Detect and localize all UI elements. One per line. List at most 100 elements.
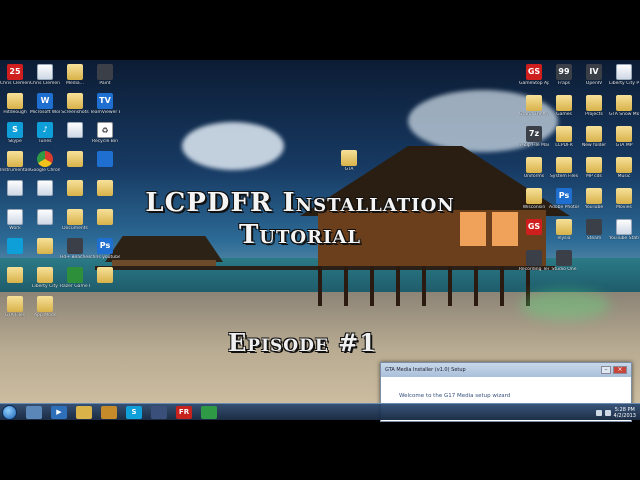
desktop-shortcut[interactable]: Chris Clement... (30, 64, 60, 86)
desktop-shortcut[interactable]: 99 Fraps (549, 64, 579, 86)
desktop-shortcut-label: Razer Game Booster (60, 284, 90, 289)
desktop-shortcut[interactable]: GTA Files (0, 296, 30, 318)
desktop-shortcut[interactable]: Music (609, 157, 639, 179)
minimize-button[interactable]: – (601, 366, 611, 374)
desktop-shortcut[interactable]: LCPDFR (549, 126, 579, 148)
desktop-shortcut-label: 7-Zip File Manager (519, 143, 549, 148)
studio-one-icon (556, 250, 572, 266)
chrome-taskbar-icon[interactable] (201, 406, 217, 419)
desktop-shortcut[interactable]: IV OpenIV (579, 64, 609, 86)
desktop-shortcut[interactable]: Liberty City (30, 267, 60, 289)
desktop-shortcut[interactable]: ♻ Recycle Bin (90, 122, 120, 144)
media-taskbar-icon[interactable] (101, 406, 117, 419)
desktop-shortcut[interactable]: Screenshots (60, 93, 90, 115)
desktop-shortcut[interactable]: Google Chrome (30, 151, 60, 173)
desktop-shortcut[interactable]: New folder (579, 126, 609, 148)
start-button[interactable] (2, 405, 17, 420)
desktop-shortcut[interactable]: Games (549, 95, 579, 117)
computer-icon (97, 151, 113, 167)
desktop-shortcut-label: Hd+ Beaches Wallpapers (60, 255, 90, 260)
folder7-icon (97, 267, 113, 283)
tray-icon[interactable] (595, 409, 602, 416)
desktop-shortcut-label: MP cds (586, 174, 602, 179)
desktop-shortcut-label: YouTube Stats (609, 236, 639, 241)
desktop-shortcut-label: Uniforms (523, 174, 545, 179)
fraps-icon: 99 (556, 64, 572, 80)
system-tray: 5:28 PM 4/2/2013 (576, 405, 636, 420)
setup-title-bar[interactable]: GTA Media Installer (v1.0) Setup – × (381, 363, 631, 377)
media-player-taskbar-icon[interactable]: ▶ (51, 406, 67, 419)
folder-taskbar-icon[interactable] (76, 406, 92, 419)
desktop-shortcut[interactable]: GTA Snow Mod (609, 95, 639, 117)
desktop-shortcut[interactable]: TV TeamViewer 8 (90, 93, 120, 115)
paint-icon (97, 64, 113, 80)
desktop-shortcut[interactable]: App Mods (30, 296, 60, 318)
chris-clement-doc-icon (37, 64, 53, 80)
music-folder-icon (616, 157, 632, 173)
instrumentals-folder-icon (7, 151, 23, 167)
desktop-shortcut-label: Recording Template (519, 267, 549, 272)
desktop-shortcut[interactable] (90, 267, 120, 284)
desktop-shortcut[interactable]: MP cds (579, 157, 609, 179)
desktop-shortcut[interactable]: Paint (90, 64, 120, 86)
folder6-icon (7, 267, 23, 283)
desktop-shortcut[interactable]: Hitdeough (0, 93, 30, 115)
clock[interactable]: 5:28 PM 4/2/2013 (614, 407, 636, 419)
desktop-shortcut-label: App Mods (33, 313, 57, 318)
desktop-shortcut[interactable]: GSGameStop App (519, 64, 549, 86)
water-glow (520, 290, 610, 320)
desktop-shortcut[interactable]: Grand Theft Auto (519, 95, 549, 117)
desktop-shortcut-label: Skype (8, 139, 22, 144)
desktop-shortcut-label: Hitdeough (3, 110, 27, 115)
desktop-shortcut[interactable]: Movies (609, 188, 639, 210)
desktop-shortcut[interactable]: Razer Game Booster (60, 267, 90, 289)
desktop-shortcut-label: GTA Files (4, 313, 26, 318)
chris-clement-icon: 25 (7, 64, 23, 80)
desktop-shortcut-label: Grand Theft Auto (519, 112, 549, 117)
clock-time: 5:28 PM (614, 406, 635, 413)
razer-game-booster-icon (67, 267, 83, 283)
desktop-shortcut[interactable] (0, 267, 30, 284)
desktop-shortcut-label: System Files (549, 174, 579, 179)
app-taskbar-icon[interactable] (151, 406, 167, 419)
desktop-shortcut-label: Instrumentals (0, 168, 30, 173)
tray-icon[interactable] (604, 409, 611, 416)
desktop-shortcut[interactable] (60, 122, 90, 139)
desktop-shortcut-label: OpenIV (585, 81, 603, 86)
taskbar: ▶ S FR 5:28 PM 4/2/2013 (0, 403, 640, 420)
desktop-shortcut-label: Screenshots (61, 110, 89, 115)
desktop-shortcut[interactable]: System Files (549, 157, 579, 179)
desktop-shortcut[interactable]: 25Chris Clement... (0, 64, 30, 86)
desktop-shortcut[interactable]: Liberty City PD (609, 64, 639, 86)
desktop-shortcut[interactable] (90, 151, 120, 168)
desktop-shortcut[interactable]: Projects (579, 95, 609, 117)
desktop-shortcut[interactable] (60, 151, 90, 168)
tunes-icon: ♪ (37, 122, 53, 138)
desktop-shortcut-label: Music (617, 174, 631, 179)
desktop-shortcut[interactable]: GTA MP (609, 126, 639, 148)
desktop-shortcut[interactable]: Recording Template (519, 250, 549, 272)
hitdeough-folder-icon (7, 93, 23, 109)
desktop-shortcut[interactable]: 7z7-Zip File Manager (519, 126, 549, 148)
skype-taskbar-icon[interactable]: S (126, 406, 142, 419)
desktop-shortcut[interactable]: GTA (334, 150, 364, 172)
desktop-shortcut-label: Chris Clement... (0, 81, 30, 86)
desktop-shortcut[interactable]: ♪ Tunes (30, 122, 60, 144)
desktop-shortcut[interactable]: Media... (60, 64, 90, 86)
close-button[interactable]: × (613, 366, 627, 374)
desktop-shortcut[interactable]: Studio One (549, 250, 579, 272)
desktop-shortcut[interactable]: YouTube Stats (609, 219, 639, 241)
desktop-shortcut[interactable]: Uniforms (519, 157, 549, 179)
app-mods-folder-icon (37, 296, 53, 312)
desktop-shortcut-label: GTA Snow Mod (609, 112, 639, 117)
desktop-shortcut[interactable]: S Skype (0, 122, 30, 144)
explorer-taskbar-icon[interactable] (26, 406, 42, 419)
gta-snow-mod-folder-icon (616, 95, 632, 111)
desktop-shortcut[interactable]: Instrumentals (0, 151, 30, 173)
gta-mp-folder-icon (616, 126, 632, 142)
desktop-shortcut-label: Games (556, 112, 572, 117)
video-title-line1: LCPDFR Installation (145, 188, 455, 218)
fraps-taskbar-icon[interactable]: FR (176, 406, 192, 419)
desktop-shortcut[interactable]: WMicrosoft Word 2010 (30, 93, 60, 115)
games-folder-icon (556, 95, 572, 111)
